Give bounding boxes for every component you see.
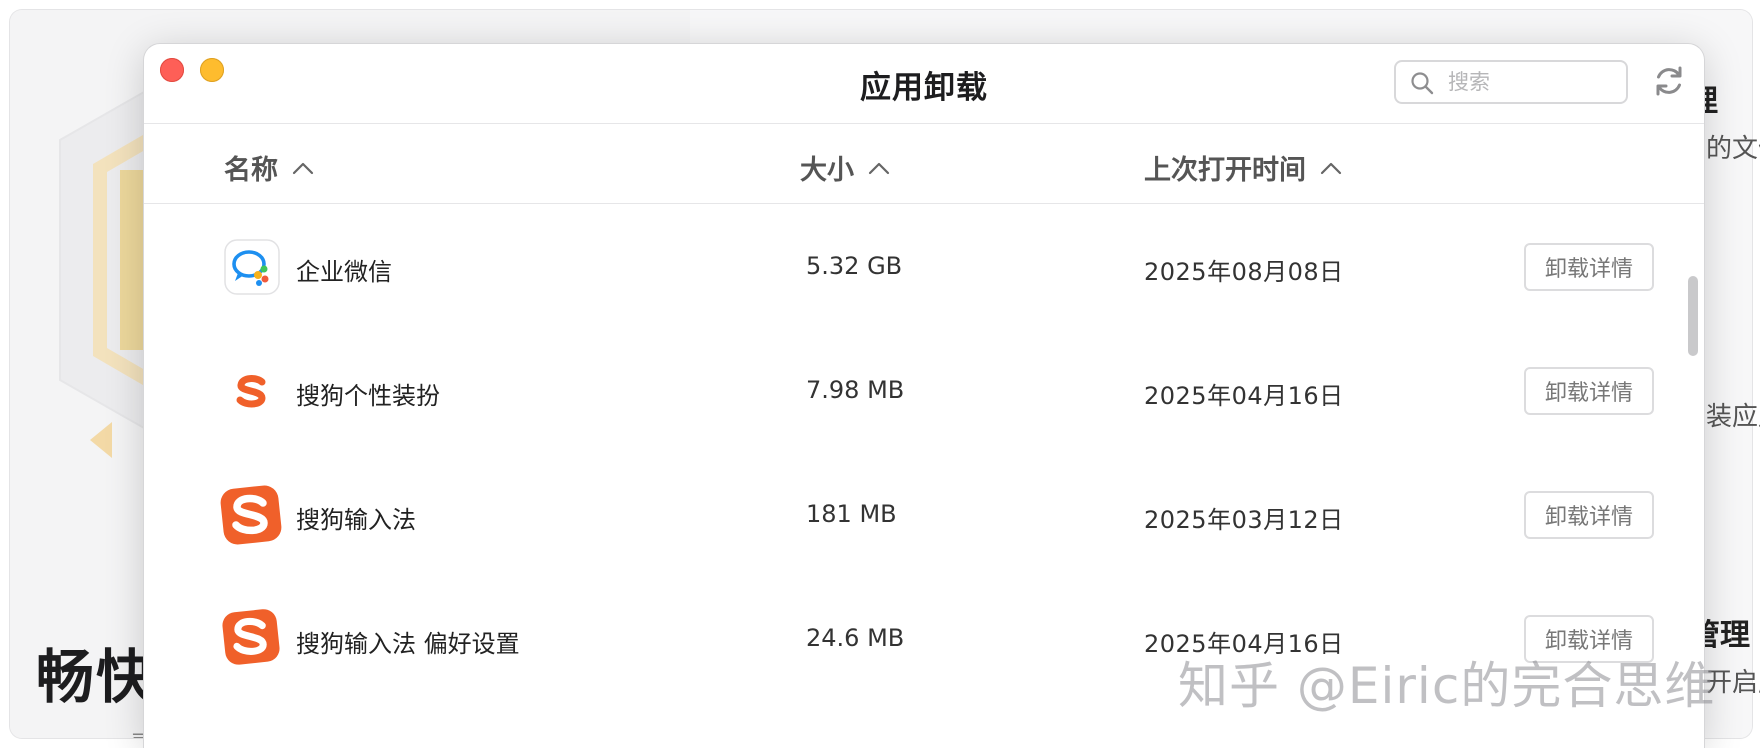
column-header-size[interactable]: 大小 [800,148,890,187]
search-input[interactable] [1448,66,1618,98]
app-size: 24.6 MB [806,624,905,652]
uninstall-details-button[interactable]: 卸载详情 [1524,243,1654,291]
uninstall-details-button[interactable]: 卸载详情 [1524,367,1654,415]
app-size: 181 MB [806,500,897,528]
column-header-label: 大小 [800,155,854,186]
search-box[interactable] [1394,60,1628,104]
sort-ascending-icon[interactable] [292,161,314,175]
column-header-name[interactable]: 名称 [224,148,314,187]
app-size: 7.98 MB [806,376,905,404]
app-size: 5.32 GB [806,252,903,280]
app-name: 搜狗输入法 偏好设置 [296,630,520,658]
table-row[interactable]: 搜狗个性装扮 7.98 MB 2025年04月16日 卸载详情 [144,329,1704,453]
table-header: 名称 大小 上次打开时间 [144,124,1704,204]
app-last-opened: 2025年03月12日 [1144,506,1344,534]
uninstall-details-button[interactable]: 卸载详情 [1524,491,1654,539]
table-row[interactable]: 搜狗输入法 181 MB 2025年03月12日 卸载详情 [144,453,1704,577]
sort-ascending-icon[interactable] [1320,161,1342,175]
search-icon [1411,72,1434,95]
background-right-text: 装应用 [1706,402,1760,432]
background-right-text: 的文件 [1706,134,1760,164]
background-headline: 畅快 [36,643,157,711]
column-header-label: 上次打开时间 [1144,155,1306,186]
wecom-icon [224,239,280,295]
app-name: 搜狗个性装扮 [296,382,440,410]
table-row[interactable]: 企业微信 5.32 GB 2025年08月08日 卸载详情 [144,205,1704,329]
app-uninstall-dialog: 应用卸载 名称 大小 上次打开 [144,44,1704,748]
app-name: 搜狗输入法 [296,506,416,534]
column-header-label: 名称 [224,155,278,186]
app-last-opened: 2025年08月08日 [1144,258,1344,286]
app-last-opened: 2025年04月16日 [1144,382,1344,410]
sort-ascending-icon[interactable] [868,161,890,175]
sogou-ime-icon [220,485,282,545]
column-header-last-opened[interactable]: 上次打开时间 [1144,148,1342,187]
scrollbar[interactable] [1688,276,1698,356]
app-name: 企业微信 [296,258,392,286]
sogou-skin-icon [236,375,266,408]
watermark: 知乎 @Eiric的完合思维 [1178,657,1716,715]
refresh-icon[interactable] [1652,64,1686,98]
sogou-prefs-icon [222,609,280,665]
dialog-titlebar: 应用卸载 [144,44,1704,124]
